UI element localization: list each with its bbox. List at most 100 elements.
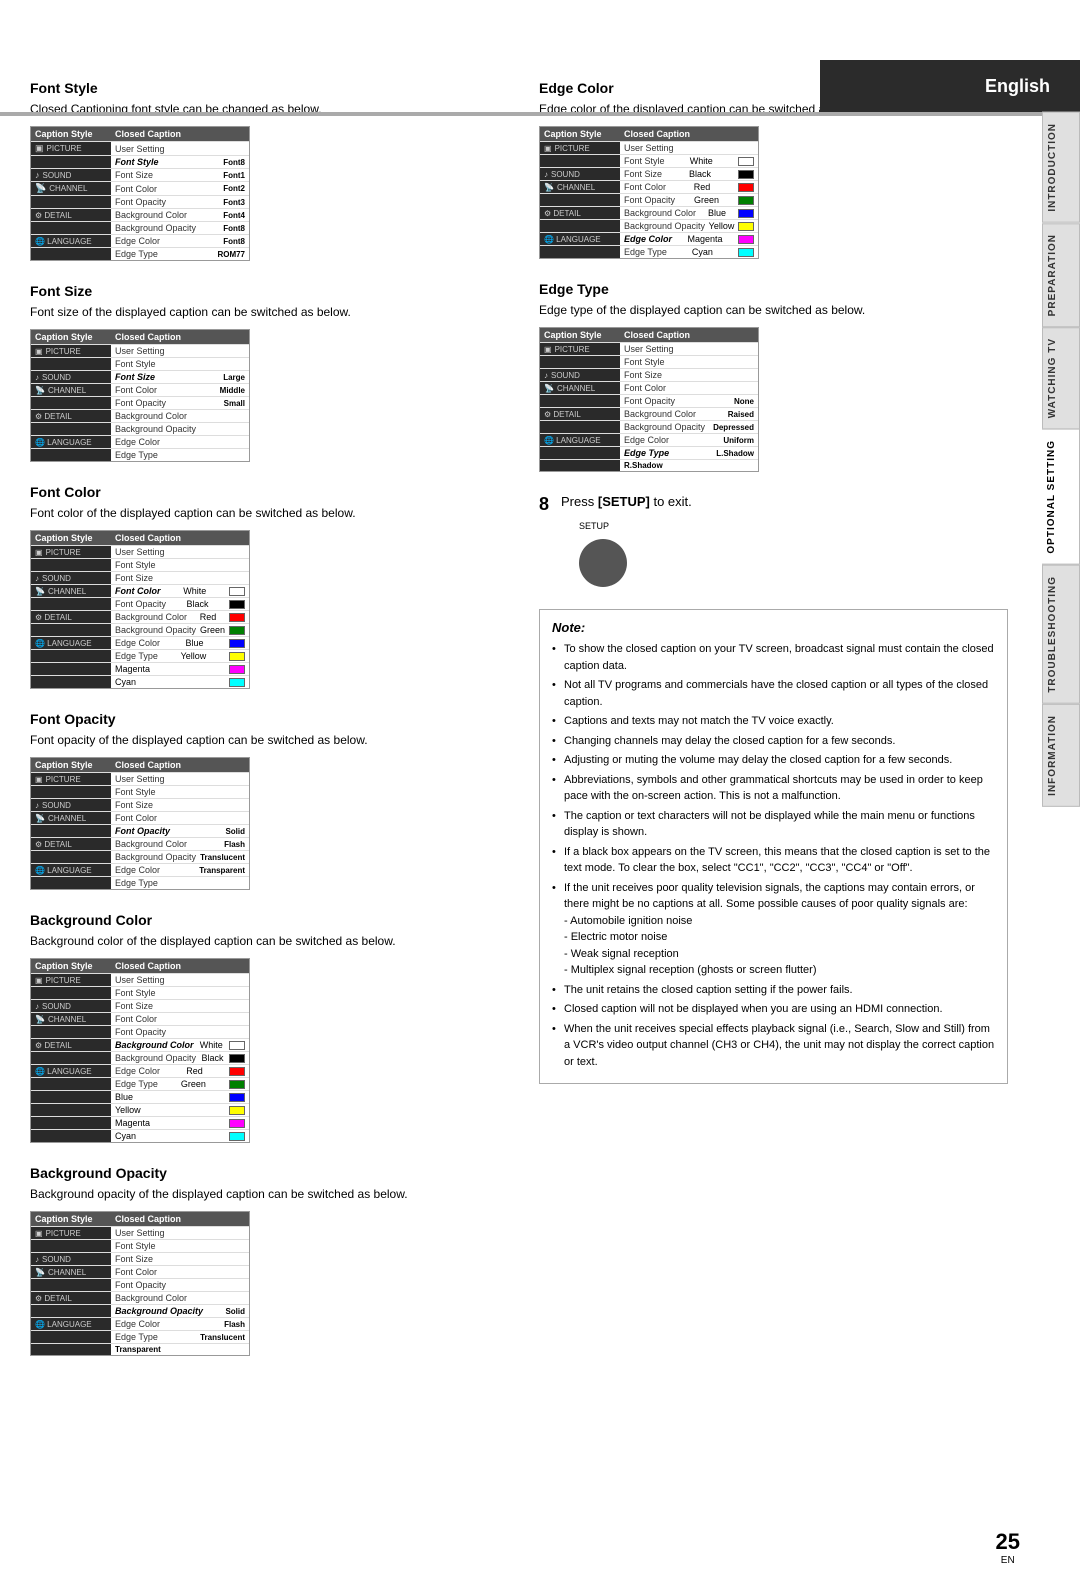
menu-row: ♪SOUNDFont Size	[540, 368, 758, 381]
menu-row: 📡CHANNELFont ColorWhite	[31, 584, 249, 597]
menu-row: 📡CHANNELFont Color	[31, 1012, 249, 1025]
menu-row: ⚙ DETAILBackground Color	[31, 409, 249, 422]
menu-row: Edge TypeL.Shadow	[540, 446, 758, 459]
font-color-desc: Font color of the displayed caption can …	[30, 504, 499, 522]
note-item: The unit retains the closed caption sett…	[552, 982, 995, 999]
note-item: Captions and texts may not match the TV …	[552, 713, 995, 730]
menu-row: ▣PICTUREUser Setting	[31, 973, 249, 986]
tab-troubleshooting[interactable]: TROUBLESHOOTING	[1042, 565, 1080, 704]
menu-row: Cyan	[31, 1129, 249, 1142]
note-item: The caption or text characters will not …	[552, 808, 995, 841]
menu-row: Font OpacityGreen	[540, 193, 758, 206]
menu-row: Font OpacityFont3	[31, 195, 249, 208]
background-opacity-title: Background Opacity	[30, 1165, 499, 1181]
right-tabs: INTRODUCTION PREPARATION WATCHING TV OPT…	[1042, 112, 1080, 806]
menu-row: ▣PICTUREUser Setting	[31, 344, 249, 357]
tab-introduction[interactable]: INTRODUCTION	[1042, 112, 1080, 223]
right-column: Edge Color Edge color of the displayed c…	[539, 80, 1008, 1378]
menu-row: ♪SOUNDFont SizeLarge	[31, 370, 249, 383]
menu-header: Caption Style Closed Caption	[31, 127, 249, 141]
menu-row: Background OpacityYellow	[540, 219, 758, 232]
menu-right: User Setting	[111, 142, 249, 155]
menu-row: Font OpacitySmall	[31, 396, 249, 409]
menu-row: ▣PICTUREUser Setting	[31, 141, 249, 155]
menu-row: Background OpacityBlack	[31, 1051, 249, 1064]
menu-row: ♪SOUNDFont Size	[31, 1252, 249, 1265]
swatch-blue	[229, 639, 245, 648]
menu-row: 🌐 LANGUAGEEdge ColorUniform	[540, 433, 758, 446]
note-item: Changing channels may delay the closed c…	[552, 733, 995, 750]
font-opacity-menu: Caption Style Closed Caption ▣PICTUREUse…	[30, 757, 250, 890]
menu-row: 📡CHANNELFont Color	[540, 381, 758, 394]
note-item: If a black box appears on the TV screen,…	[552, 844, 995, 877]
menu-row: ⚙ DETAILBackground ColorFont4	[31, 208, 249, 221]
tab-watching-tv[interactable]: WATCHING TV	[1042, 327, 1080, 429]
menu-row: ♪SOUNDFont SizeBlack	[540, 167, 758, 180]
menu-row: Edge TypeYellow	[31, 649, 249, 662]
menu-row: ▣PICTUREUser Setting	[31, 1226, 249, 1239]
note-title: Note:	[552, 620, 995, 635]
menu-row: ⚙ DETAILBackground ColorBlue	[540, 206, 758, 219]
swatch-white	[229, 587, 245, 596]
menu-row: Blue	[31, 1090, 249, 1103]
swatch-cyan	[229, 1132, 245, 1141]
edge-type-menu: Caption Style Closed Caption ▣PICTUREUse…	[539, 327, 759, 472]
menu-row: ♪SOUNDFont Size	[31, 571, 249, 584]
note-item: Adjusting or muting the volume may delay…	[552, 752, 995, 769]
menu-row: Font Opacity	[31, 1278, 249, 1291]
menu-row: ⚙ DETAILBackground ColorWhite	[31, 1038, 249, 1051]
note-item: To show the closed caption on your TV sc…	[552, 641, 995, 674]
menu-left	[31, 222, 111, 234]
font-size-desc: Font size of the displayed caption can b…	[30, 303, 499, 321]
swatch-magenta	[229, 1119, 245, 1128]
language-label: English	[985, 76, 1050, 97]
menu-left: 📡CHANNEL	[31, 182, 111, 195]
menu-row: Font OpacityBlack	[31, 597, 249, 610]
font-style-title: Font Style	[30, 80, 499, 96]
menu-left	[31, 248, 111, 260]
left-column: Font Style Closed Captioning font style …	[30, 80, 499, 1378]
note-item: Not all TV programs and commercials have…	[552, 677, 995, 710]
menu-row: Edge TypeGreen	[31, 1077, 249, 1090]
menu-row: Background OpacityGreen	[31, 623, 249, 636]
step-number: 8	[539, 494, 549, 515]
menu-right: Font SizeFont1	[111, 169, 249, 181]
menu-right: Font ColorFont2	[111, 182, 249, 195]
menu-right: Font OpacityFont3	[111, 196, 249, 208]
menu-row: ▣PICTUREUser Setting	[540, 141, 758, 154]
page-number: 25	[996, 1529, 1020, 1555]
menu-row: Background OpacityDepressed	[540, 420, 758, 433]
menu-row: Font Style	[31, 558, 249, 571]
menu-row: Font Style	[31, 785, 249, 798]
setup-button[interactable]	[579, 539, 627, 587]
swatch-red	[229, 1067, 245, 1076]
menu-row: Cyan	[31, 675, 249, 688]
note-item: When the unit receives special effects p…	[552, 1021, 995, 1071]
font-size-menu: Caption Style Closed Caption ▣PICTUREUse…	[30, 329, 250, 462]
edge-type-title: Edge Type	[539, 281, 1008, 297]
tab-preparation[interactable]: PREPARATION	[1042, 223, 1080, 327]
swatch-white	[229, 1041, 245, 1050]
menu-row: 📡CHANNELFont ColorMiddle	[31, 383, 249, 396]
section-background-color: Background Color Background color of the…	[30, 912, 499, 1143]
menu-right: Background ColorFont4	[111, 209, 249, 221]
tab-optional-setting[interactable]: OPTIONAL SETTING	[1042, 429, 1080, 565]
menu-row: Edge Type	[31, 448, 249, 461]
font-opacity-title: Font Opacity	[30, 711, 499, 727]
tab-information[interactable]: INFORMATION	[1042, 704, 1080, 807]
menu-row: Edge TypeTranslucent	[31, 1330, 249, 1343]
menu-row: R.Shadow	[540, 459, 758, 471]
menu-row: Font OpacitySolid	[31, 824, 249, 837]
menu-row: Background OpacityFont8	[31, 221, 249, 234]
menu-left: ♪SOUND	[31, 169, 111, 181]
menu-row: 📡CHANNELFont ColorRed	[540, 180, 758, 193]
menu-row: Font Style	[31, 986, 249, 999]
menu-row: Background OpacityTranslucent	[31, 850, 249, 863]
menu-row: 📡CHANNELFont Color	[31, 811, 249, 824]
menu-left	[31, 156, 111, 168]
menu-row: Edge TypeROM77	[31, 247, 249, 260]
menu-row: 🌐 LANGUAGEEdge ColorTransparent	[31, 863, 249, 876]
menu-row: Background OpacitySolid	[31, 1304, 249, 1317]
section-font-style: Font Style Closed Captioning font style …	[30, 80, 499, 261]
menu-row: 🌐 LANGUAGEEdge ColorFont8	[31, 234, 249, 247]
